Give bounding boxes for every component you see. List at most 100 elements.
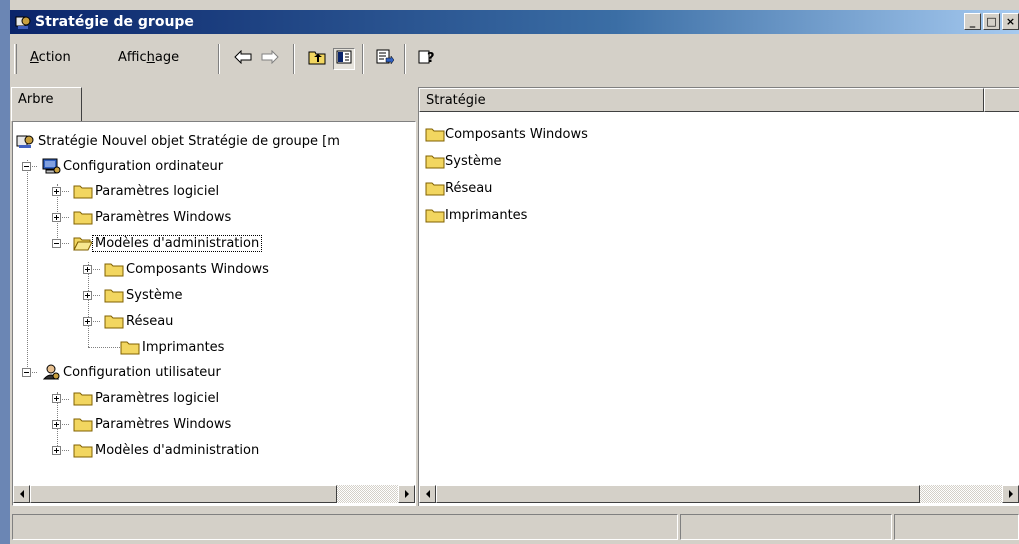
list-item-label: Imprimantes	[445, 207, 528, 223]
show-hide-tree-button[interactable]	[333, 48, 355, 70]
arrow-right-icon	[404, 490, 409, 498]
user-icon	[41, 364, 61, 380]
tree-hscrollbar[interactable]	[13, 485, 415, 503]
expand-icon[interactable]	[83, 290, 92, 300]
tree-item-computer-config[interactable]: Configuration ordinateur	[22, 155, 225, 177]
toolbar-separator	[404, 44, 406, 74]
expand-icon[interactable]	[52, 419, 61, 429]
tree-item-c-software[interactable]: Paramètres logiciel	[52, 180, 221, 202]
tree-item-imprimantes[interactable]: Imprimantes	[120, 336, 226, 358]
up-one-level-button[interactable]	[306, 48, 328, 70]
toolbar-separator	[218, 44, 220, 74]
folder-icon	[104, 287, 124, 303]
computer-icon	[41, 158, 61, 174]
list-item-label: Système	[445, 153, 502, 169]
list-item-label: Composants Windows	[445, 126, 588, 142]
tree-item-u-windows[interactable]: Paramètres Windows	[52, 413, 233, 435]
column-header-label: Stratégie	[426, 93, 486, 108]
help-icon: ?	[418, 49, 436, 69]
scroll-thumb[interactable]	[436, 485, 920, 503]
expand-icon[interactable]	[83, 264, 92, 274]
minimize-icon: _	[969, 15, 976, 28]
list-item[interactable]: Réseau	[425, 177, 492, 199]
folder-icon	[73, 390, 93, 406]
expand-icon[interactable]	[52, 445, 61, 455]
tree-item-c-admin[interactable]: Modèles d'administration	[52, 232, 263, 254]
tree-item-label: Paramètres Windows	[95, 209, 232, 225]
toolbar-separator	[293, 44, 295, 74]
folder-icon	[73, 183, 93, 199]
tree-item-systeme[interactable]: Système	[83, 284, 184, 306]
list-item[interactable]: Système	[425, 150, 501, 172]
details-hscrollbar[interactable]	[419, 485, 1019, 503]
expand-icon[interactable]	[52, 186, 61, 196]
scroll-right-button[interactable]	[1002, 485, 1019, 503]
toolbar-grip[interactable]	[14, 44, 17, 74]
minimize-button[interactable]: _	[964, 13, 981, 30]
folder-icon	[425, 207, 445, 223]
expand-icon[interactable]	[83, 316, 92, 326]
maximize-icon: □	[986, 15, 997, 28]
tree-item-user-config[interactable]: Configuration utilisateur	[22, 361, 223, 383]
close-icon: ×	[1005, 15, 1016, 28]
close-button[interactable]: ×	[1002, 13, 1019, 30]
back-button[interactable]	[232, 48, 254, 70]
tree-item-u-software[interactable]: Paramètres logiciel	[52, 387, 221, 409]
expand-icon[interactable]	[52, 212, 61, 222]
folder-icon	[425, 180, 445, 196]
tree-connector	[27, 160, 28, 377]
expand-icon[interactable]	[52, 393, 61, 403]
window-title: Stratégie de groupe	[35, 14, 194, 30]
help-button[interactable]: ?	[416, 48, 438, 70]
tab-arbre[interactable]: Arbre	[11, 87, 82, 121]
tree-item-composants[interactable]: Composants Windows	[83, 258, 271, 280]
group-policy-icon	[14, 13, 32, 31]
toolbar-separator	[362, 44, 364, 74]
tree-item-reseau[interactable]: Réseau	[83, 310, 175, 332]
status-panel-2	[680, 514, 892, 540]
collapse-icon[interactable]	[22, 161, 31, 171]
list-item[interactable]: Imprimantes	[425, 204, 527, 226]
folder-icon	[104, 261, 124, 277]
tree-item-label: Imprimantes	[142, 339, 225, 355]
tree-pane[interactable]: Stratégie Nouvel objet Stratégie de grou…	[12, 121, 416, 506]
up-one-level-icon	[308, 49, 326, 69]
forward-button[interactable]	[259, 48, 281, 70]
arrow-right-icon	[1008, 490, 1013, 498]
tree-connector	[88, 347, 120, 348]
list-item[interactable]: Composants Windows	[425, 123, 588, 145]
details-pane[interactable]: Stratégie Composants Windows Système Rés…	[418, 87, 1019, 506]
folder-icon	[104, 313, 124, 329]
column-header-strategie[interactable]: Stratégie	[419, 88, 984, 112]
tree-item-label: Composants Windows	[126, 261, 269, 277]
status-panel-3	[894, 514, 1019, 540]
tree-item-label: Système	[126, 287, 183, 303]
tree-item-label: Réseau	[126, 313, 174, 329]
scroll-thumb[interactable]	[30, 485, 337, 503]
folder-icon	[120, 339, 140, 355]
export-list-icon	[376, 49, 395, 69]
collapse-icon[interactable]	[22, 367, 31, 377]
menu-affichage[interactable]: Affichage	[118, 50, 179, 65]
scroll-left-button[interactable]	[419, 485, 436, 503]
scroll-left-button[interactable]	[13, 485, 30, 503]
export-list-button[interactable]	[374, 48, 396, 70]
folder-icon	[73, 209, 93, 225]
scroll-right-button[interactable]	[398, 485, 415, 503]
menu-action[interactable]: Action	[30, 50, 71, 65]
tree-item-u-admin[interactable]: Modèles d'administration	[52, 439, 261, 461]
show-hide-tree-icon	[336, 50, 352, 68]
column-header-empty[interactable]	[984, 88, 1019, 112]
tree-item-label: Modèles d'administration	[95, 442, 260, 458]
tree-item-label: Stratégie Nouvel objet Stratégie de grou…	[38, 133, 340, 149]
back-arrow-icon	[234, 49, 252, 68]
title-bar[interactable]: Stratégie de groupe _ □ ×	[10, 10, 1019, 34]
tree-item-c-windows[interactable]: Paramètres Windows	[52, 206, 233, 228]
tree-item-root[interactable]: Stratégie Nouvel objet Stratégie de grou…	[16, 130, 342, 152]
folder-icon	[73, 442, 93, 458]
desktop-strip	[0, 0, 10, 544]
maximize-button[interactable]: □	[983, 13, 1000, 30]
folder-icon	[425, 153, 445, 169]
tree-item-label: Paramètres logiciel	[95, 390, 220, 406]
collapse-icon[interactable]	[52, 238, 61, 248]
